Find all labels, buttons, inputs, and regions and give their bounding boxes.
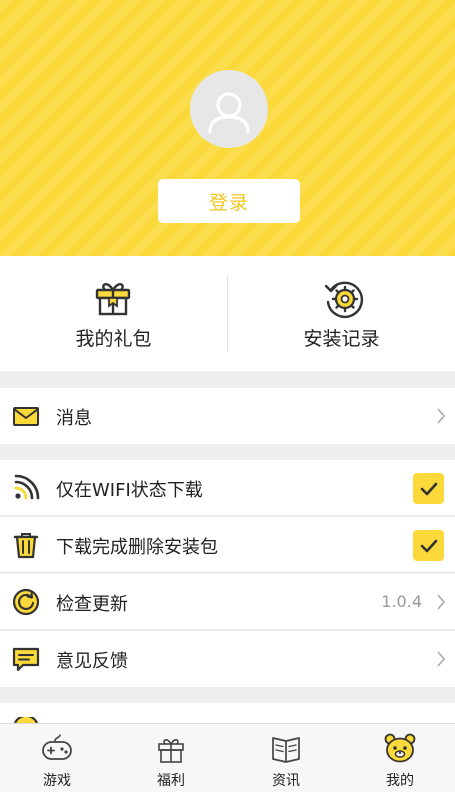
chevron-right-icon [437, 408, 446, 424]
chat-bubble-icon [12, 647, 40, 672]
tab-mine[interactable]: 我的 [343, 724, 455, 792]
tab-welfare-label: 福利 [157, 773, 185, 789]
gamepad-icon [42, 734, 72, 760]
delete-package-checkbox[interactable] [413, 530, 444, 561]
checkmark-icon [420, 539, 438, 553]
tab-welfare[interactable]: 福利 [114, 724, 228, 792]
wifi-only-row[interactable]: 仅在WIFI状态下载 [0, 460, 455, 516]
rss-signal-icon [14, 474, 40, 500]
gift-box-icon [95, 283, 131, 316]
gift-icon [158, 739, 184, 763]
my-gifts-button[interactable]: 我的礼包 [0, 256, 227, 371]
my-gifts-label: 我的礼包 [75, 328, 152, 350]
login-button[interactable]: 登录 [158, 179, 300, 223]
row-divider [0, 515, 455, 516]
messages-row[interactable]: 消息 [0, 388, 455, 444]
wifi-only-label: 仅在WIFI状态下载 [56, 480, 203, 501]
trash-icon [13, 533, 39, 559]
bottom-tab-bar: 游戏 福利 资讯 我的 [0, 723, 455, 792]
book-icon [272, 737, 300, 763]
row-divider [0, 629, 455, 630]
user-avatar-icon [208, 92, 250, 134]
feedback-row[interactable]: 意见反馈 [0, 631, 455, 687]
checkmark-icon [420, 482, 438, 496]
delete-package-row[interactable]: 下载完成删除安装包 [0, 517, 455, 573]
bear-face-icon [384, 733, 416, 763]
chevron-right-icon [437, 594, 446, 610]
partial-row [0, 703, 455, 723]
version-text: 1.0.4 [381, 592, 422, 611]
check-update-label: 检查更新 [56, 594, 128, 615]
envelope-icon [13, 407, 39, 426]
tab-news[interactable]: 资讯 [229, 724, 343, 792]
gear-history-icon [324, 281, 364, 319]
avatar[interactable] [190, 70, 268, 148]
quick-actions: 我的礼包 安装记录 [0, 256, 455, 371]
tab-mine-label: 我的 [386, 773, 414, 789]
delete-package-label: 下载完成删除安装包 [56, 537, 218, 558]
check-update-row[interactable]: 检查更新 1.0.4 [0, 574, 455, 630]
wifi-only-checkbox[interactable] [413, 473, 444, 504]
install-history-button[interactable]: 安装记录 [228, 256, 455, 371]
chevron-right-icon [437, 651, 446, 667]
tab-games-label: 游戏 [43, 773, 71, 789]
tab-news-label: 资讯 [272, 773, 300, 789]
feedback-label: 意见反馈 [56, 651, 128, 672]
row-divider [0, 572, 455, 573]
refresh-icon [12, 588, 40, 616]
install-history-label: 安装记录 [303, 328, 380, 350]
tab-games[interactable]: 游戏 [0, 724, 114, 792]
messages-label: 消息 [56, 408, 92, 429]
profile-header: 登录 [0, 0, 455, 256]
